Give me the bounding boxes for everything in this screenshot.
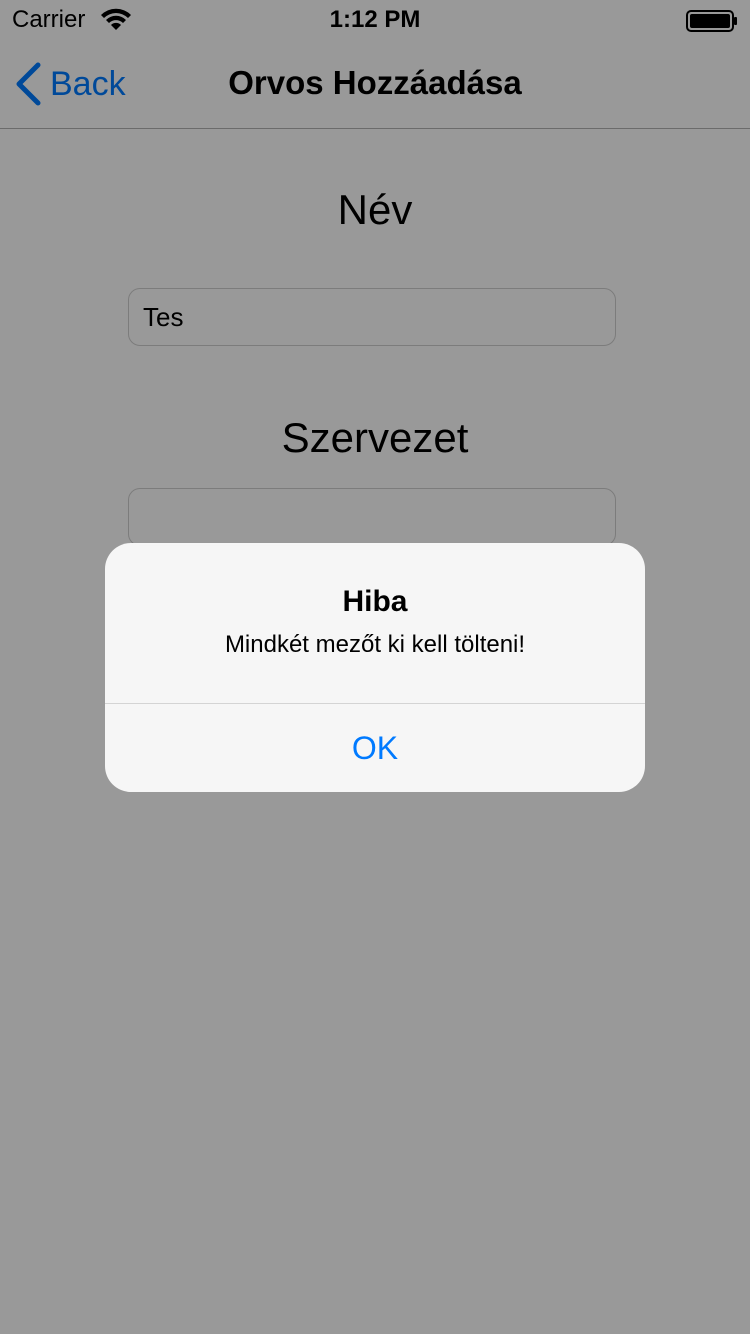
error-alert: Hiba Mindkét mezőt ki kell tölteni! OK xyxy=(105,543,645,792)
alert-message: Mindkét mezőt ki kell tölteni! xyxy=(224,631,526,658)
alert-title: Hiba xyxy=(342,585,408,618)
alert-ok-button[interactable]: OK xyxy=(105,704,645,792)
